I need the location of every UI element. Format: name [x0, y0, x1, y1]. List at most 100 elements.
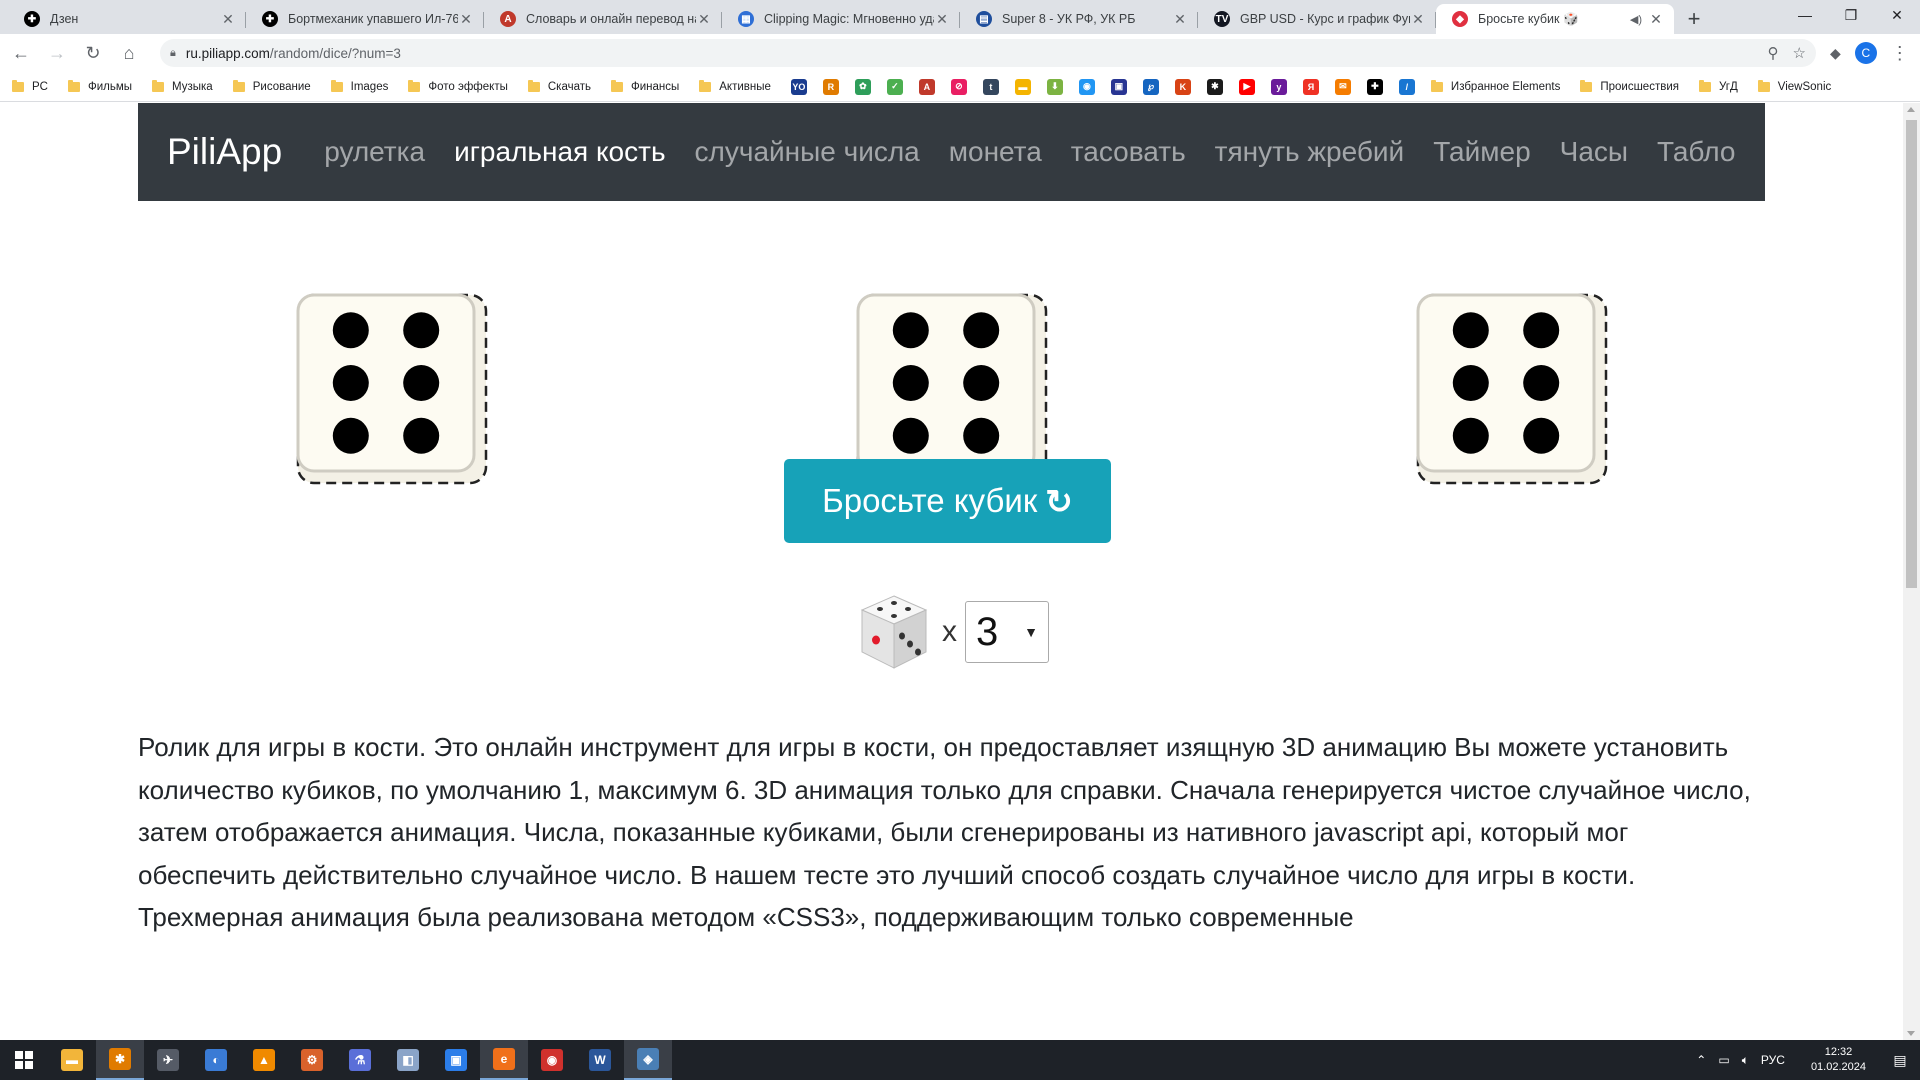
bookmark-folder[interactable]: УгД [1698, 79, 1738, 93]
scrollbar-thumb[interactable] [1906, 120, 1917, 588]
bookmark-folder[interactable]: Скачать [527, 79, 591, 93]
bookmark-site-icon[interactable]: YO [790, 78, 807, 95]
start-button[interactable] [0, 1040, 48, 1080]
tab-close-icon[interactable]: ✕ [934, 11, 950, 27]
bookmark-star-icon[interactable]: ☆ [1793, 44, 1806, 62]
nav-link[interactable]: случайные числа [695, 136, 920, 168]
bookmark-folder[interactable]: Рисование [232, 79, 311, 93]
clock[interactable]: 12:32 01.02.2024 [1811, 1045, 1866, 1075]
home-button[interactable]: ⌂ [114, 38, 144, 68]
profile-avatar[interactable]: C [1854, 42, 1877, 64]
reload-button[interactable]: ↻ [78, 38, 108, 68]
taskbar-app-6[interactable]: ⚙ [288, 1040, 336, 1080]
bookmark-folder[interactable]: ViewSonic [1757, 79, 1831, 93]
restore-button[interactable]: ❐ [1828, 0, 1874, 30]
scroll-up-icon[interactable] [1907, 107, 1915, 112]
bookmark-site-icon[interactable]: t [982, 78, 999, 95]
taskbar-app-7[interactable]: ⚗ [336, 1040, 384, 1080]
tray-chevron-icon[interactable]: ⌃ [1696, 1053, 1706, 1067]
taskbar-app-2[interactable]: ✱ [96, 1040, 144, 1080]
bookmark-site-icon[interactable]: ✓ [886, 78, 903, 95]
tab-close-icon[interactable]: ✕ [696, 11, 712, 27]
nav-link[interactable]: рулетка [324, 136, 425, 168]
volume-icon[interactable]: 🔈︎ [1742, 1053, 1749, 1068]
taskbar-app-11[interactable]: ◉ [528, 1040, 576, 1080]
bookmark-site-icon[interactable]: / [1398, 78, 1415, 95]
nav-link[interactable]: монета [949, 136, 1042, 168]
taskbar-app-10[interactable]: e [480, 1040, 528, 1080]
bookmark-site-icon[interactable]: ℘ [1142, 78, 1159, 95]
tab-close-icon[interactable]: ✕ [1410, 11, 1426, 27]
roll-dice-button[interactable]: Бросьте кубик ↻ [784, 459, 1111, 543]
bookmark-folder[interactable]: Активные [699, 79, 771, 93]
nav-link[interactable]: Таймер [1433, 136, 1530, 168]
bookmark-folder[interactable]: Происшествия [1580, 79, 1679, 93]
browser-tab[interactable]: ▤ Super 8 - УК РФ, УК РБ ✕ [960, 4, 1198, 34]
extensions-icon[interactable]: ◆ [1830, 45, 1841, 62]
nav-link[interactable]: тянуть жребий [1215, 136, 1405, 168]
tab-audio-icon[interactable]: ◀︎) [1630, 13, 1642, 26]
tab-close-icon[interactable]: ✕ [1648, 11, 1664, 27]
browser-tab-strip: ✚ Дзен ✕ ✚ Бортмеханик упавшего Ил-76 д ✕ A Сло… [0, 0, 1920, 34]
network-icon[interactable]: ▭ [1718, 1053, 1729, 1067]
tab-close-icon[interactable]: ✕ [220, 11, 236, 27]
browser-tab[interactable]: TV GBP USD - Курс и график Фунт ✕ [1198, 4, 1436, 34]
scroll-down-icon[interactable] [1907, 1031, 1915, 1036]
taskbar-app-3[interactable]: ✈ [144, 1040, 192, 1080]
bookmark-folder[interactable]: Финансы [610, 79, 679, 93]
taskbar-app-13[interactable]: ◈ [624, 1040, 672, 1080]
browser-tab[interactable]: ◆ Бросьте кубик 🎲 ◀︎) ✕ [1436, 4, 1674, 34]
tab-close-icon[interactable]: ✕ [458, 11, 474, 27]
new-tab-button[interactable]: + [1680, 5, 1708, 33]
bookmark-folder[interactable]: Музыка [152, 79, 213, 93]
taskbar-word[interactable]: W [576, 1040, 624, 1080]
language-indicator[interactable]: РУС [1761, 1053, 1785, 1067]
browser-toolbar: ← → ↻ ⌂ 🔒︎ ru.piliapp.com/random/dice/?n… [0, 34, 1920, 72]
bookmark-site-icon[interactable]: ▣ [1110, 78, 1127, 95]
bookmark-site-icon[interactable]: ▶ [1238, 78, 1255, 95]
notifications-icon[interactable]: ▤ [1880, 1040, 1920, 1080]
bookmark-site-icon[interactable]: K [1174, 78, 1191, 95]
bookmark-folder[interactable]: Images [330, 79, 388, 93]
bookmark-site-icon[interactable]: Я [1302, 78, 1319, 95]
site-brand[interactable]: PiliApp [167, 131, 282, 173]
browser-tab[interactable]: A Словарь и онлайн перевод на а ✕ [484, 4, 722, 34]
bookmark-folder[interactable]: Фото эффекты [408, 79, 508, 93]
bookmark-folder[interactable]: Избранное Elements [1430, 79, 1560, 93]
browser-tab[interactable]: ✚ Дзен ✕ [8, 4, 246, 34]
forward-button[interactable]: → [42, 38, 72, 68]
taskbar-app-8[interactable]: ◧ [384, 1040, 432, 1080]
taskbar-app-4[interactable]: ◐ [192, 1040, 240, 1080]
bookmark-site-icon[interactable]: ◉ [1078, 78, 1095, 95]
bookmark-folder[interactable]: PC [12, 79, 48, 93]
bookmark-site-icon[interactable]: ⬇ [1046, 78, 1063, 95]
back-button[interactable]: ← [6, 38, 36, 68]
bookmark-site-icon[interactable]: A [918, 78, 935, 95]
taskbar-app-9[interactable]: ▣ [432, 1040, 480, 1080]
bookmark-site-icon[interactable]: ✚ [1366, 78, 1383, 95]
nav-link[interactable]: Часы [1560, 136, 1628, 168]
nav-link[interactable]: Табло [1657, 136, 1735, 168]
menu-kebab-icon[interactable]: ⋮ [1891, 43, 1909, 64]
taskbar-file-explorer[interactable]: ▬ [48, 1040, 96, 1080]
dice-count-select[interactable]: 3 ▼ [965, 601, 1049, 663]
bookmark-site-icon[interactable]: R [822, 78, 839, 95]
bookmark-site-icon[interactable]: ✿ [854, 78, 871, 95]
zoom-icon[interactable]: ⚲ [1768, 44, 1779, 62]
minimize-button[interactable]: — [1782, 0, 1828, 30]
nav-link[interactable]: тасовать [1071, 136, 1186, 168]
bookmark-site-icon[interactable]: ✉ [1334, 78, 1351, 95]
browser-tab[interactable]: ✚ Бортмеханик упавшего Ил-76 д ✕ [246, 4, 484, 34]
bookmark-site-icon[interactable]: ✱ [1206, 78, 1223, 95]
nav-link[interactable]: игральная кость [454, 136, 665, 168]
close-window-button[interactable]: ✕ [1874, 0, 1920, 30]
browser-tab[interactable]: ▦ Clipping Magic: Мгновенно уда ✕ [722, 4, 960, 34]
bookmark-folder[interactable]: Фильмы [67, 79, 132, 93]
bookmark-site-icon[interactable]: ▬ [1014, 78, 1031, 95]
page-scrollbar[interactable] [1903, 103, 1920, 1040]
tab-close-icon[interactable]: ✕ [1172, 11, 1188, 27]
bookmark-site-icon[interactable]: y [1270, 78, 1287, 95]
taskbar-vlc[interactable]: ▲ [240, 1040, 288, 1080]
bookmark-site-icon[interactable]: ⊘ [950, 78, 967, 95]
address-bar[interactable]: 🔒︎ ru.piliapp.com/random/dice/?num=3 ⚲ ☆ [160, 39, 1816, 67]
